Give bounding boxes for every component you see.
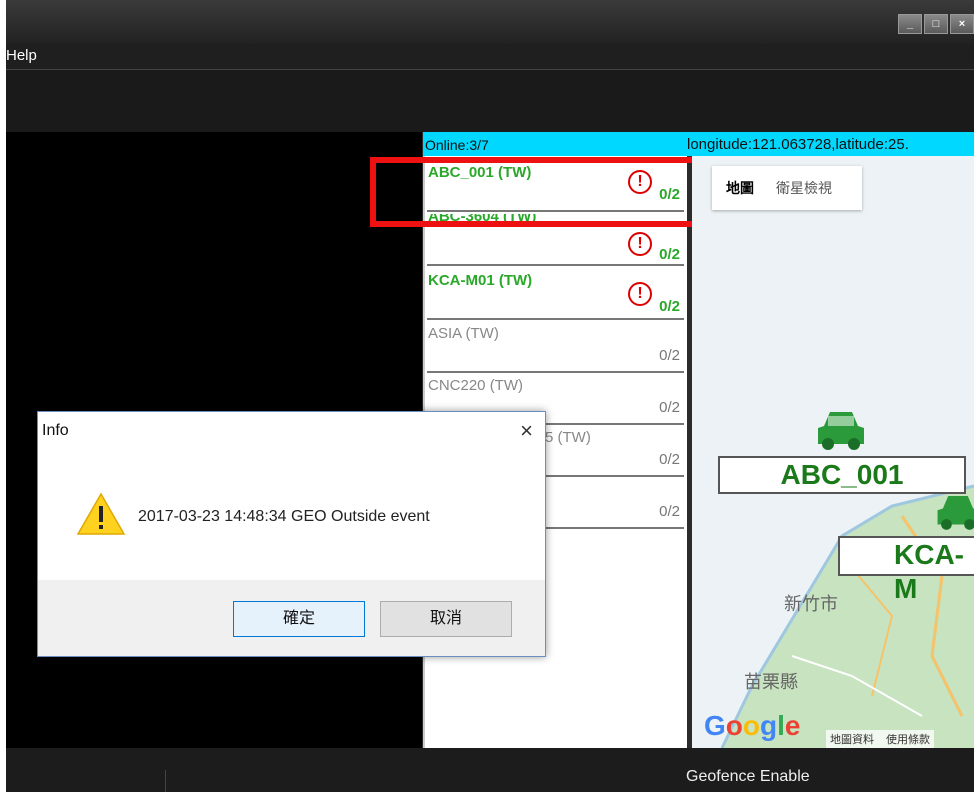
alert-icon: ! xyxy=(628,282,652,306)
device-count: 0/2 xyxy=(659,503,680,520)
title-bar: _ □ × xyxy=(6,0,974,44)
status-cell xyxy=(40,770,166,792)
google-logo: Google xyxy=(704,710,801,741)
map-terms-link[interactable]: 使用條款 xyxy=(886,731,930,747)
app-window: _ □ × Help Online:3/7 longitude:121.0637… xyxy=(6,0,974,792)
cancel-button[interactable]: 取消 xyxy=(380,601,512,637)
device-row[interactable]: ASIA (TW) 0/2 xyxy=(427,321,684,373)
status-bar-top: Online:3/7 longitude:121.063728,latitude… xyxy=(423,132,974,156)
map-footer: 地圖資料 使用條款 xyxy=(826,730,934,748)
device-count: 0/2 xyxy=(659,451,680,468)
map-view[interactable]: 地圖 衛星檢視 ABC_001 KCA-M 新竹市 苗栗縣 Google 地圖資… xyxy=(692,156,974,748)
map-type-toggle: 地圖 衛星檢視 xyxy=(712,166,862,210)
status-bar: Geofence Enable xyxy=(6,748,974,792)
menu-help[interactable]: Help xyxy=(6,47,37,64)
ok-button[interactable]: 確定 xyxy=(233,601,365,637)
car-icon[interactable] xyxy=(814,408,868,452)
device-name: CNC220 (TW) xyxy=(428,377,524,394)
highlight-box xyxy=(370,157,700,227)
car-icon[interactable] xyxy=(934,492,974,532)
map-button[interactable]: 地圖 xyxy=(712,178,754,198)
device-row[interactable]: KCA-M01 (TW) ! 0/2 xyxy=(427,268,684,320)
device-count: 0/2 xyxy=(659,246,680,263)
device-name: ASIA (TW) xyxy=(428,325,499,342)
map-data-link[interactable]: 地圖資料 xyxy=(830,731,874,747)
device-name: KCA-M01 (TW) xyxy=(428,272,533,289)
online-count: Online:3/7 xyxy=(425,137,489,153)
info-dialog: Info × 2017-03-23 14:48:34 GEO Outside e… xyxy=(37,411,546,657)
window-controls: _ □ × xyxy=(898,14,974,34)
toolbar xyxy=(6,70,974,132)
device-count: 0/2 xyxy=(659,347,680,364)
map-terrain xyxy=(692,156,974,748)
device-name: 5 (TW) xyxy=(545,429,591,446)
device-count: 0/2 xyxy=(659,298,680,315)
dialog-title: Info xyxy=(42,422,69,439)
close-icon[interactable]: × xyxy=(520,418,533,444)
close-button[interactable]: × xyxy=(950,14,974,34)
satellite-button[interactable]: 衛星檢視 xyxy=(754,178,832,198)
dialog-footer: 確定 取消 xyxy=(38,580,545,656)
map-city-label: 新竹市 xyxy=(784,594,838,614)
map-city-label: 苗栗縣 xyxy=(744,672,798,692)
warning-icon xyxy=(76,492,126,535)
minimize-button[interactable]: _ xyxy=(898,14,922,34)
vehicle-label: ABC_001 xyxy=(718,456,966,494)
coordinates-readout: longitude:121.063728,latitude:25. xyxy=(687,136,909,153)
vehicle-label: KCA-M xyxy=(838,536,974,604)
maximize-button[interactable]: □ xyxy=(924,14,948,34)
alert-icon: ! xyxy=(628,232,652,256)
dialog-message: 2017-03-23 14:48:34 GEO Outside event xyxy=(138,508,430,525)
geofence-status: Geofence Enable xyxy=(686,768,810,785)
device-count: 0/2 xyxy=(659,399,680,416)
menu-bar: Help xyxy=(6,44,974,70)
